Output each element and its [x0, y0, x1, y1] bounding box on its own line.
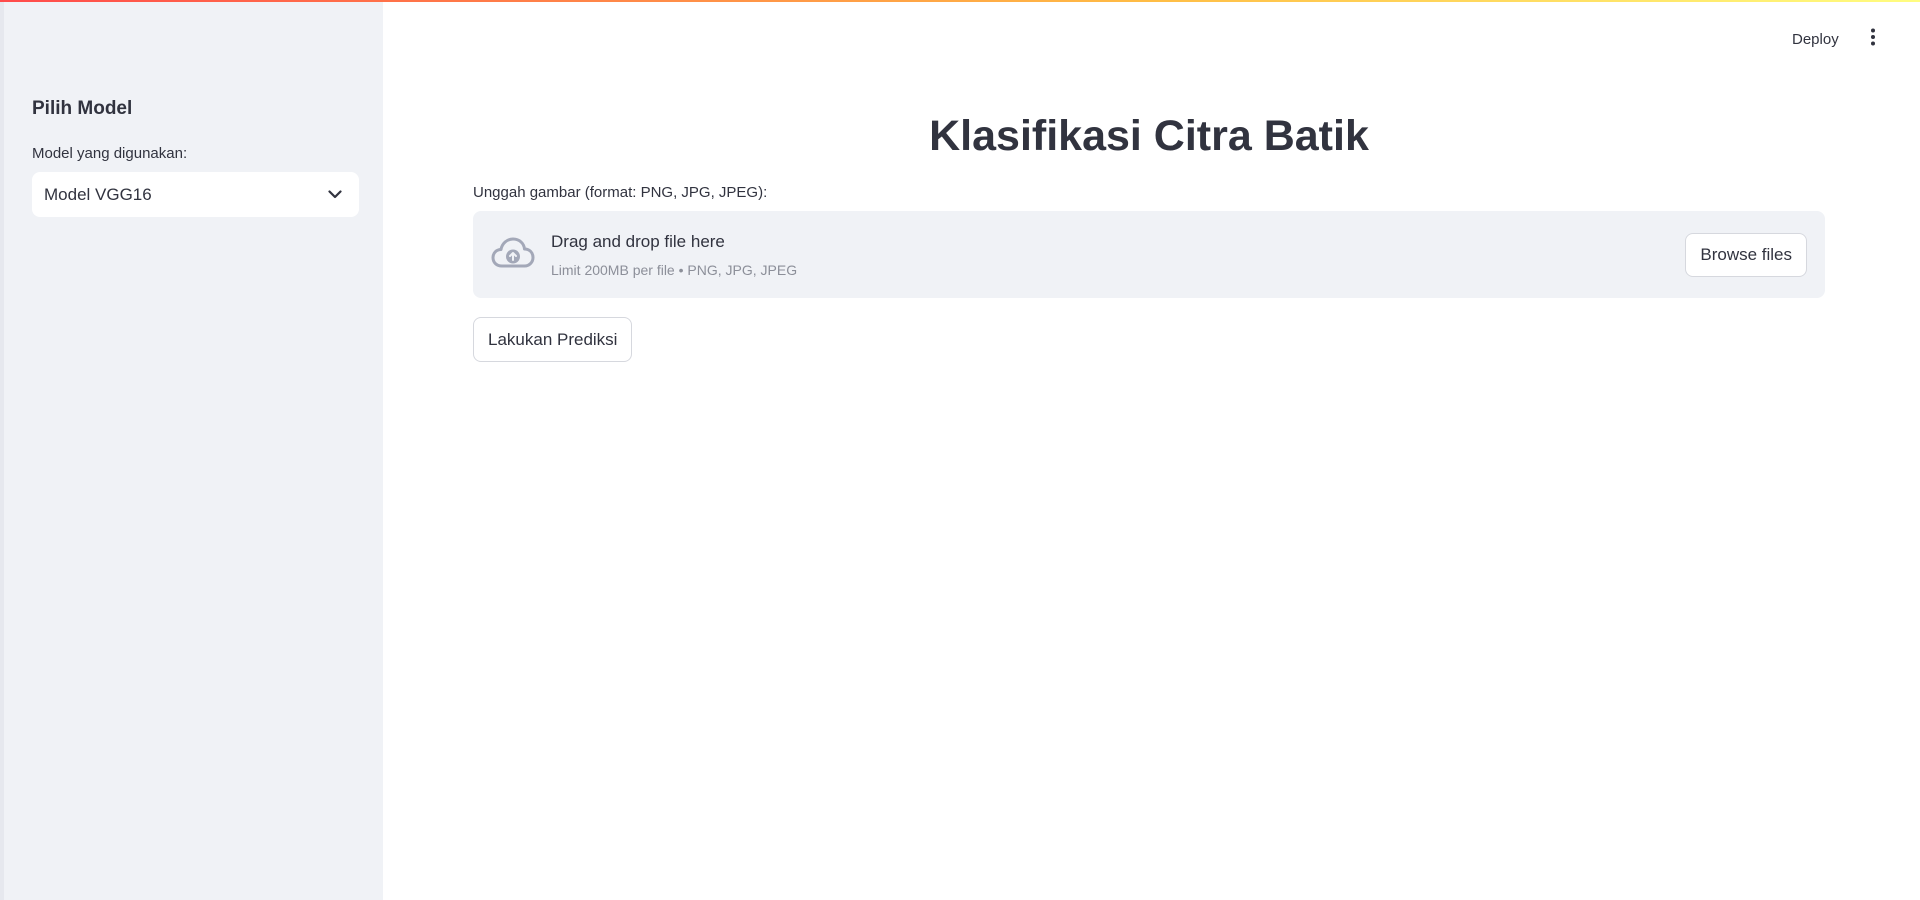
dropzone-title: Drag and drop file here: [551, 232, 725, 251]
main-menu-button[interactable]: [1858, 24, 1888, 54]
model-select-value: Model VGG16: [44, 184, 152, 204]
app-root: Pilih Model Model yang digunakan: Model …: [0, 0, 1920, 900]
predict-button[interactable]: Lakukan Prediksi: [473, 317, 633, 362]
dropzone-hint: Limit 200MB per file • PNG, JPG, JPEG: [551, 262, 798, 278]
model-select-label: Model yang digunakan:: [32, 145, 188, 162]
sidebar-title: Pilih Model: [32, 98, 133, 119]
uploader-label: Unggah gambar (format: PNG, JPG, JPEG):: [473, 184, 768, 201]
cloud-upload-icon: [491, 235, 535, 273]
file-dropzone[interactable]: Drag and drop file here Limit 200MB per …: [473, 211, 1825, 298]
sidebar: Pilih Model Model yang digunakan: Model …: [0, 0, 383, 900]
more-vertical-icon: [1870, 28, 1876, 51]
chevron-down-icon: [327, 187, 343, 203]
model-select[interactable]: Model VGG16: [32, 172, 359, 217]
deploy-button[interactable]: Deploy: [1782, 24, 1849, 54]
page-title: Klasifikasi Citra Batik: [929, 112, 1369, 160]
browse-files-button[interactable]: Browse files: [1685, 233, 1807, 277]
top-decoration-bar: [0, 0, 1920, 2]
